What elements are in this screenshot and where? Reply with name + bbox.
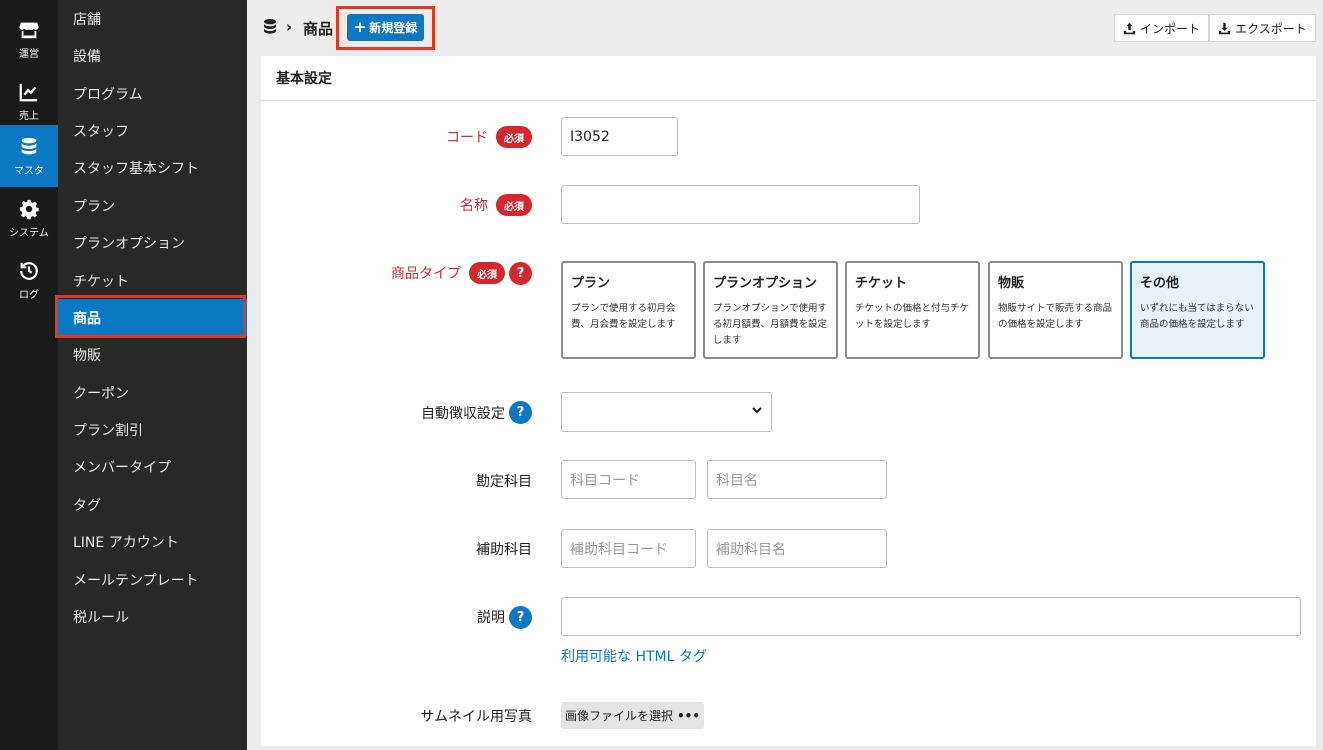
type-card-title: プラン — [571, 276, 611, 291]
highlight-box-new-button — [336, 6, 435, 50]
subnav-item-store[interactable]: 店舗 — [58, 0, 247, 37]
database-icon — [264, 19, 276, 34]
type-card-title: その他 — [1140, 276, 1180, 291]
help-icon[interactable]: ? — [509, 606, 532, 629]
import-label: インポート — [1139, 21, 1200, 36]
type-card-desc: プランオプションで使用する初月額費、月額費を設定します — [713, 303, 828, 346]
html-tags-link[interactable]: 利用可能な HTML タグ — [561, 646, 707, 666]
type-card-title: チケット — [855, 276, 908, 291]
subnav-item-member-type[interactable]: メンバータイプ — [58, 448, 247, 485]
sub-account-label: 補助科目 — [476, 542, 532, 558]
type-card-desc: いずれにも当てはまらない商品の価格を設定します — [1140, 303, 1254, 330]
help-icon[interactable]: ? — [509, 262, 532, 285]
type-card-desc: チケットの価格と付与チケットを設定します — [855, 303, 970, 330]
type-card-other[interactable]: その他 いずれにも当てはまらない商品の価格を設定します — [1130, 261, 1265, 359]
import-button[interactable]: インポート — [1114, 14, 1209, 42]
subnav-item-plan[interactable]: プラン — [58, 187, 247, 224]
account-name-input[interactable]: 科目名 — [707, 460, 887, 499]
subnav-item-ticket[interactable]: チケット — [58, 262, 247, 299]
code-label: コード — [446, 130, 488, 146]
account-code-input[interactable]: 科目コード — [561, 460, 696, 499]
download-icon — [1218, 22, 1231, 34]
account-label: 勘定科目 — [476, 474, 532, 490]
subnav-item-program[interactable]: プログラム — [58, 75, 247, 112]
name-label: 名称 — [460, 198, 488, 214]
product-type-label: 商品タイプ — [391, 266, 461, 282]
subnav-item-tag[interactable]: タグ — [58, 486, 247, 523]
choose-image-label: 画像ファイルを選択 — [564, 709, 673, 723]
subnav-item-plan-option[interactable]: プランオプション — [58, 224, 247, 261]
name-input[interactable] — [561, 185, 920, 224]
subnav-item-coupon[interactable]: クーポン — [58, 374, 247, 411]
description-label: 説明 — [477, 610, 505, 626]
rail-item-sales[interactable]: 売上 — [0, 70, 58, 132]
auto-collect-label: 自動徴収設定 — [421, 406, 505, 422]
export-label: エクスポート — [1235, 21, 1307, 36]
icon-rail: 運営 売上 マスタ システム ログ — [0, 0, 58, 750]
rail-item-system[interactable]: システム — [0, 187, 58, 249]
highlight-box-product-nav — [55, 295, 246, 338]
rail-label-log: ログ — [19, 289, 39, 301]
history-icon — [20, 261, 38, 280]
help-icon[interactable]: ? — [509, 401, 532, 424]
ellipsis-icon: ••• — [677, 708, 701, 723]
type-card-ticket[interactable]: チケット チケットの価格と付与チケットを設定します — [845, 261, 980, 359]
choose-image-button[interactable]: 画像ファイルを選択 ••• — [561, 702, 704, 729]
type-card-desc: 物販サイトで販売する商品の価格を設定します — [998, 303, 1113, 330]
rail-item-log[interactable]: ログ — [0, 249, 58, 311]
subnav-item-plan-discount[interactable]: プラン割引 — [58, 411, 247, 448]
chart-line-icon — [19, 83, 38, 101]
subnav-item-merchandise[interactable]: 物販 — [58, 336, 247, 373]
code-input[interactable]: I3052 — [561, 117, 678, 156]
required-badge: 必須 — [469, 262, 505, 284]
required-badge: 必須 — [496, 194, 532, 216]
upload-icon — [1123, 22, 1136, 34]
subnav-item-staff-shift[interactable]: スタッフ基本シフト — [58, 149, 247, 186]
thumbnail-label: サムネイル用写真 — [420, 709, 532, 725]
sub-account-code-input[interactable]: 補助科目コード — [561, 529, 696, 568]
type-card-title: プランオプション — [713, 276, 818, 291]
type-card-merchandise[interactable]: 物販 物販サイトで販売する商品の価格を設定します — [988, 261, 1123, 359]
type-card-desc: プランで使用する初月会費、月会費を設定します — [571, 303, 676, 330]
chevron-down-icon — [752, 407, 762, 414]
subnav-item-tax-rule[interactable]: 税ルール — [58, 598, 247, 635]
rail-label-master: マスタ — [14, 165, 44, 177]
type-card-plan-option[interactable]: プランオプション プランオプションで使用する初月額費、月額費を設定します — [703, 261, 838, 359]
page-title: 商品 — [303, 20, 334, 38]
type-card-plan[interactable]: プラン プランで使用する初月会費、月会費を設定します — [561, 261, 696, 359]
subnav-item-mail-template[interactable]: メールテンプレート — [58, 561, 247, 598]
master-subnav: 店舗 設備 プログラム スタッフ スタッフ基本シフト プラン プランオプション … — [58, 0, 247, 750]
subnav-item-line-account[interactable]: LINE アカウント — [58, 523, 247, 560]
required-badge: 必須 — [496, 126, 532, 148]
rail-item-master[interactable]: マスタ — [0, 125, 58, 187]
rail-item-operations[interactable]: 運営 — [0, 8, 58, 70]
description-textarea[interactable] — [561, 597, 1301, 636]
rail-label-operations: 運営 — [19, 48, 39, 60]
panel-title: 基本設定 — [261, 56, 1316, 101]
store-icon — [19, 22, 39, 38]
rail-label-sales: 売上 — [19, 110, 39, 122]
type-card-title: 物販 — [998, 276, 1025, 291]
gear-icon — [19, 199, 39, 219]
subnav-item-equipment[interactable]: 設備 — [58, 37, 247, 74]
export-button[interactable]: エクスポート — [1209, 14, 1316, 42]
sub-account-name-input[interactable]: 補助科目名 — [707, 529, 887, 568]
basic-settings-panel: 基本設定 — [261, 56, 1316, 746]
breadcrumb-separator: › — [286, 18, 293, 36]
database-icon — [21, 137, 37, 154]
subnav-item-staff[interactable]: スタッフ — [58, 112, 247, 149]
auto-collect-select[interactable] — [561, 392, 772, 432]
rail-label-system: システム — [9, 227, 49, 239]
